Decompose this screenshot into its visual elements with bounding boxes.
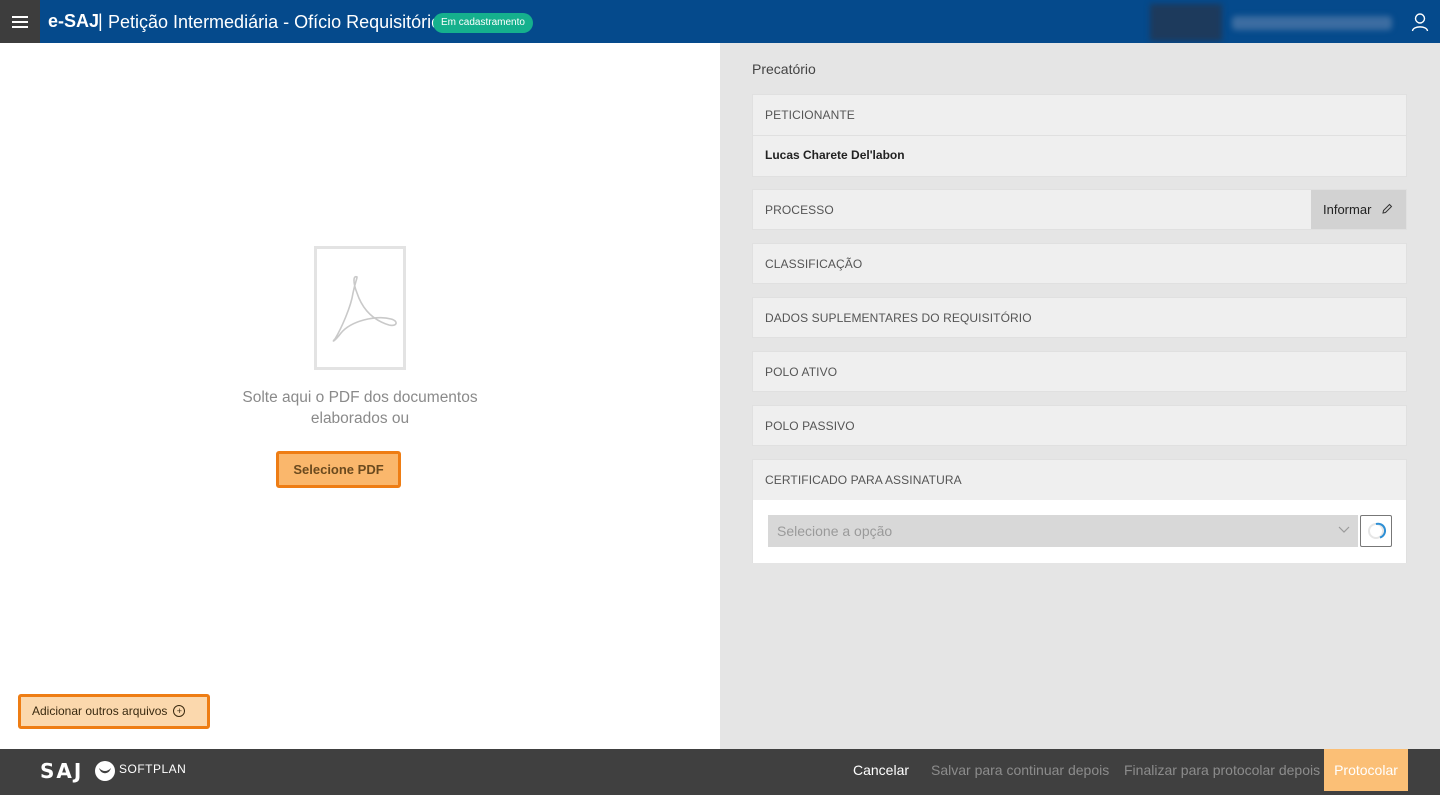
- footer-bar: SAJ SOFTPLAN Cancelar Salvar para contin…: [0, 749, 1440, 795]
- polo-passivo-label: POLO PASSIVO: [765, 419, 855, 433]
- peticionante-section: PETICIONANTE Lucas Charete Del'labon: [752, 94, 1407, 177]
- finish-later-button[interactable]: Finalizar para protocolar depois: [1124, 749, 1320, 791]
- form-panel: Precatório PETICIONANTE Lucas Charete De…: [720, 43, 1440, 749]
- select-pdf-button[interactable]: Selecione PDF: [276, 451, 401, 488]
- certificado-placeholder: Selecione a opção: [777, 523, 893, 539]
- polo-ativo-label: POLO ATIVO: [765, 365, 838, 379]
- certificado-label: CERTIFICADO PARA ASSINATURA: [765, 473, 962, 487]
- status-badge: Em cadastramento: [433, 13, 533, 33]
- plus-circle-icon: +: [173, 705, 186, 717]
- processo-label: PROCESSO: [765, 203, 834, 217]
- informar-button[interactable]: Informar: [1311, 190, 1406, 229]
- cancel-button[interactable]: Cancelar: [853, 749, 909, 791]
- softplan-logo-icon: [95, 761, 115, 781]
- title-separator: |: [98, 11, 103, 31]
- informar-label: Informar: [1323, 202, 1372, 217]
- drop-zone-text: Solte aqui o PDF dos documentos elaborad…: [242, 389, 478, 427]
- polo-ativo-section[interactable]: POLO ATIVO: [752, 351, 1407, 392]
- peticionante-label: PETICIONANTE: [765, 108, 855, 122]
- peticionante-value: Lucas Charete Del'labon: [765, 148, 905, 162]
- certificado-select[interactable]: Selecione a opção: [768, 515, 1358, 547]
- top-bar: e-SAJ | Petição Intermediária - Ofício R…: [0, 0, 1440, 43]
- refresh-button[interactable]: [1360, 515, 1392, 547]
- user-icon[interactable]: [1410, 12, 1430, 32]
- loading-spinner-icon: [1368, 522, 1386, 539]
- pdf-icon: [314, 246, 406, 370]
- classificacao-label: CLASSIFICAÇÃO: [765, 257, 863, 271]
- avatar: [1150, 4, 1222, 41]
- add-files-button[interactable]: Adicionar outros arquivos +: [18, 694, 210, 729]
- dados-suplementares-label: DADOS SUPLEMENTARES DO REQUISITÓRIO: [765, 311, 1032, 325]
- company-name: SOFTPLAN: [119, 762, 187, 776]
- certificado-body: Selecione a opção: [753, 500, 1406, 563]
- saj-logo: SAJ: [40, 759, 84, 783]
- save-later-button[interactable]: Salvar para continuar depois: [931, 749, 1109, 791]
- polo-passivo-section[interactable]: POLO PASSIVO: [752, 405, 1407, 446]
- divider: [753, 135, 1406, 136]
- certificado-section: CERTIFICADO PARA ASSINATURA Selecione a …: [752, 459, 1407, 563]
- menu-icon: [12, 16, 28, 28]
- user-name-redacted: [1232, 16, 1392, 30]
- submit-button[interactable]: Protocolar: [1324, 749, 1408, 791]
- section-title: Precatório: [752, 61, 816, 77]
- processo-section[interactable]: PROCESSO Informar: [752, 189, 1407, 230]
- classificacao-section[interactable]: CLASSIFICAÇÃO: [752, 243, 1407, 284]
- page-title: Petição Intermediária - Ofício Requisitó…: [108, 12, 442, 32]
- dados-suplementares-section[interactable]: DADOS SUPLEMENTARES DO REQUISITÓRIO: [752, 297, 1407, 338]
- pencil-icon: [1382, 203, 1393, 214]
- chevron-down-icon: [1338, 526, 1350, 533]
- menu-button[interactable]: [0, 0, 40, 43]
- app-brand: e-SAJ: [48, 11, 100, 31]
- upload-panel[interactable]: Solte aqui o PDF dos documentos elaborad…: [0, 43, 720, 749]
- add-files-label: Adicionar outros arquivos: [32, 704, 168, 718]
